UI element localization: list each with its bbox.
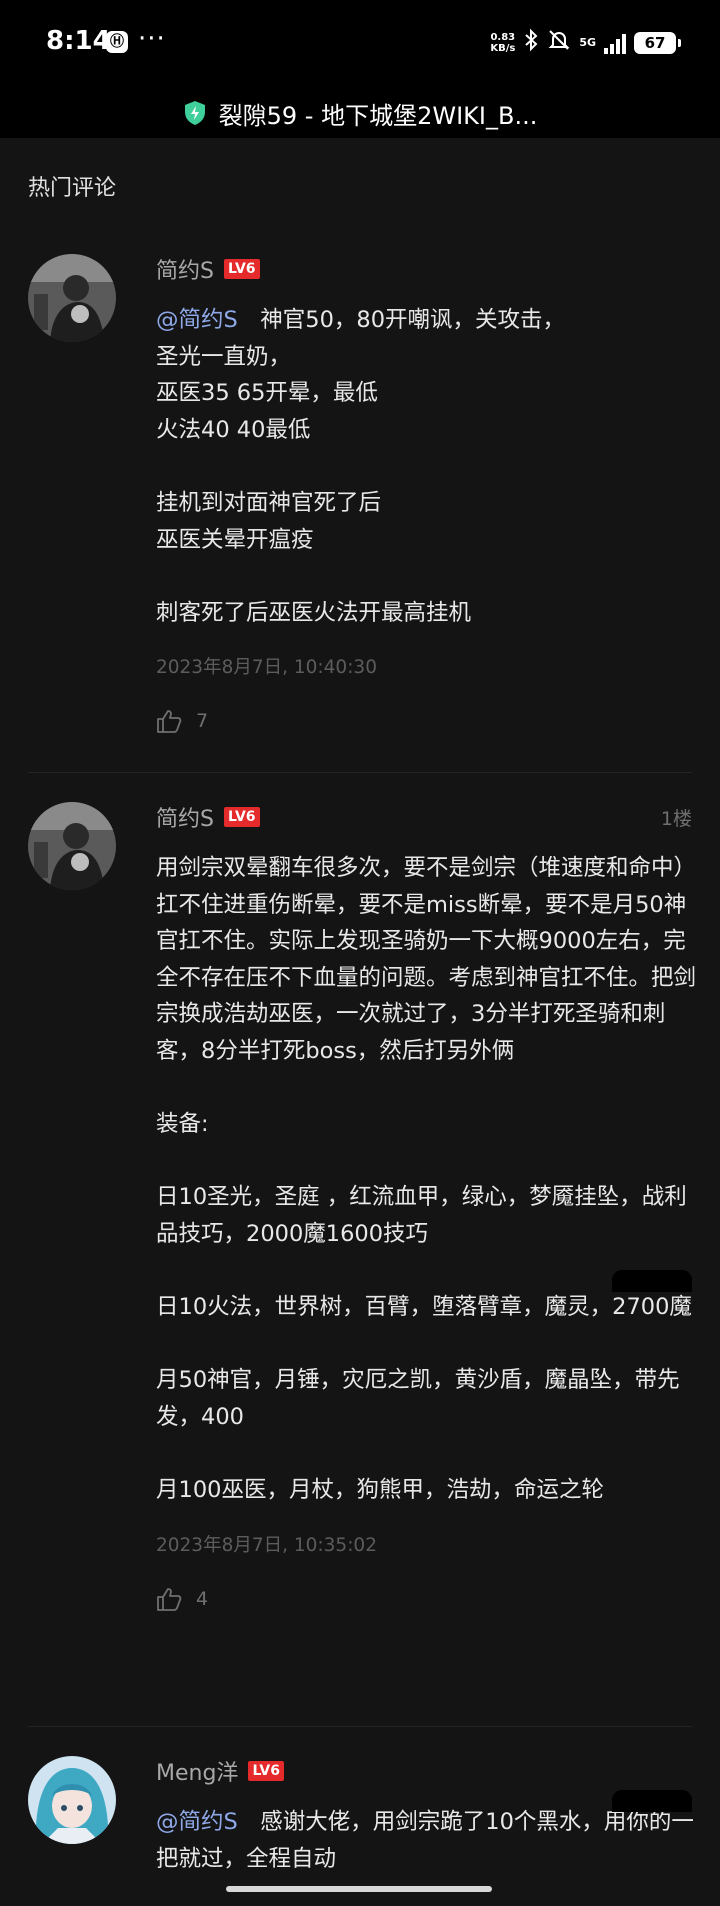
- comment-body: 简约S LV6 1楼 用剑宗双晕翻车很多次，要不是剑宗（堆速度和命中）扛不住进重…: [156, 802, 696, 1615]
- comment-header: Meng洋 LV6: [156, 1756, 696, 1786]
- security-shield-icon: [184, 101, 205, 125]
- floor-number: 1楼: [660, 808, 692, 830]
- level-badge: LV6: [223, 807, 260, 827]
- status-right-group: 0.83 KB/s 5G 67: [490, 28, 681, 58]
- status-bar: 8:14 Ⓗ ··· 0.83 KB/s 5G 67: [0, 0, 720, 88]
- more-notifications-icon: ···: [138, 24, 166, 54]
- level-badge: LV6: [223, 259, 260, 279]
- comment-divider: [28, 1726, 692, 1727]
- network-speed-value: 0.83: [490, 32, 516, 43]
- bluetooth-icon: [523, 28, 539, 58]
- mention-link[interactable]: @简约S: [156, 307, 238, 333]
- comment-timestamp: 2023年8月7日, 10:40:30: [156, 657, 377, 679]
- level-badge: LV6: [248, 1761, 285, 1781]
- thumbs-up-icon: [157, 710, 182, 734]
- avatar[interactable]: [28, 254, 116, 342]
- home-indicator[interactable]: [226, 1886, 492, 1892]
- comment-username[interactable]: Meng洋: [156, 1755, 238, 1787]
- hot-comments-heading: 热门评论: [28, 176, 117, 201]
- comment-text: @简约S 神官50，80开嘲讽，关攻击， 圣光一直奶， 巫医35 65开晕，最低…: [156, 302, 696, 631]
- network-speed-unit: KB/s: [490, 43, 516, 54]
- comment-timestamp: 2023年8月7日, 10:35:02: [156, 1534, 377, 1556]
- app-notification-icon: Ⓗ: [106, 31, 128, 53]
- comment-username[interactable]: 简约S: [156, 253, 214, 285]
- signal-icon: [604, 32, 626, 54]
- thumbs-up-icon: [157, 1587, 182, 1611]
- comment-header: 简约S LV6: [156, 254, 696, 284]
- comment-content: 神官50，80开嘲讽，关攻击， 圣光一直奶， 巫医35 65开晕，最低 火法40…: [156, 307, 566, 626]
- floating-overlay-tab[interactable]: [612, 1270, 692, 1292]
- mute-bell-icon: [547, 28, 571, 58]
- comment-body: 简约S LV6 @简约S 神官50，80开嘲讽，关攻击， 圣光一直奶， 巫医35…: [156, 254, 696, 737]
- page-title: 裂隙59 - 地下城堡2WIKI_B...: [218, 101, 538, 130]
- mention-link[interactable]: @简约S: [156, 1809, 238, 1835]
- comment-header: 简约S LV6: [156, 802, 696, 832]
- like-count: 4: [196, 1587, 209, 1610]
- battery-icon: 67: [634, 32, 681, 54]
- page-title-bar[interactable]: 裂隙59 - 地下城堡2WIKI_B...: [0, 88, 720, 138]
- avatar[interactable]: [28, 1756, 116, 1844]
- network-speed: 0.83 KB/s: [490, 32, 515, 54]
- comment-text: @简约S 感谢大佬，用剑宗跪了10个黑水，用你的一把就过，全程自动: [156, 1804, 696, 1877]
- comment-body: Meng洋 LV6 @简约S 感谢大佬，用剑宗跪了10个黑水，用你的一把就过，全…: [156, 1756, 696, 1877]
- comment-text: 用剑宗双晕翻车很多次，要不是剑宗（堆速度和命中）扛不住进重伤断晕，要不是miss…: [156, 855, 697, 1504]
- comment-username[interactable]: 简约S: [156, 801, 214, 833]
- like-count: 7: [196, 710, 209, 733]
- floating-overlay-tab[interactable]: [612, 1790, 692, 1812]
- avatar[interactable]: [28, 802, 116, 890]
- like-button[interactable]: 7: [156, 705, 696, 737]
- comment-divider: [28, 772, 692, 773]
- network-type: 5G: [579, 36, 596, 49]
- like-button[interactable]: 4: [156, 1583, 696, 1615]
- status-time: 8:14: [46, 26, 111, 56]
